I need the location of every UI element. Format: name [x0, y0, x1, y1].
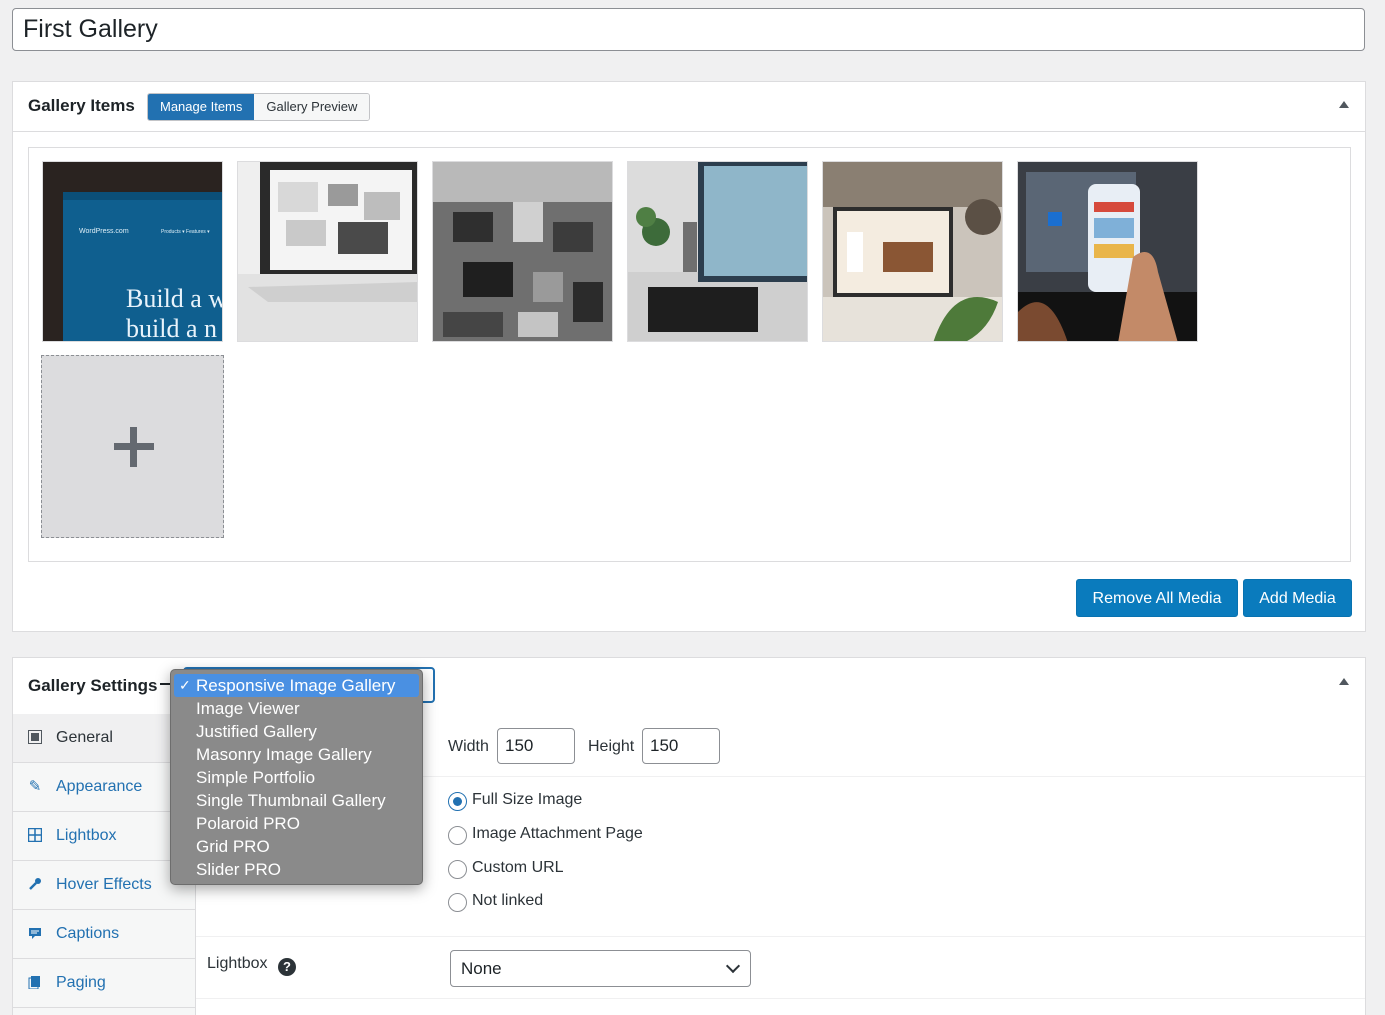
radio-button[interactable]: [448, 860, 467, 879]
svg-text:Products ▾ Features ▾: Products ▾ Features ▾: [161, 229, 210, 235]
grid-icon: [27, 827, 43, 844]
radio-label: Custom URL: [472, 859, 564, 876]
settings-sidebar: General ✎ Appearance Lightbox Hover Effe…: [13, 714, 196, 1015]
title-separator: [160, 683, 170, 685]
help-icon[interactable]: ?: [278, 958, 296, 976]
sidebar-item-label: Appearance: [56, 778, 143, 795]
gallery-thumbnail[interactable]: WordPress.com Products ▾ Features ▾ Buil…: [42, 161, 223, 342]
gallery-title-input[interactable]: First Gallery: [12, 8, 1365, 51]
sidebar-item-label: General: [56, 729, 113, 746]
radio-button[interactable]: [448, 792, 467, 811]
sidebar-item-label: Lightbox: [56, 827, 117, 844]
wrench-icon: [27, 877, 43, 893]
gallery-items-header: Gallery Items Manage Items Gallery Previ…: [13, 82, 1365, 132]
image-icon: [27, 730, 43, 746]
radio-label: Image Attachment Page: [472, 825, 643, 842]
brush-icon: ✎: [28, 778, 42, 795]
width-input[interactable]: 150: [497, 728, 575, 764]
row-divider: [196, 936, 1365, 937]
row-divider: [196, 998, 1365, 999]
svg-text:build a n: build a n: [126, 314, 217, 342]
sidebar-item-lightbox[interactable]: Lightbox: [13, 812, 195, 861]
gallery-thumbnail[interactable]: [1017, 161, 1198, 342]
sidebar-item-general[interactable]: General: [13, 714, 195, 763]
gallery-thumbnail[interactable]: [237, 161, 418, 342]
gallery-items-box: Gallery Items Manage Items Gallery Previ…: [12, 81, 1366, 632]
gallery-thumbnail[interactable]: [432, 161, 613, 342]
dropdown-option[interactable]: Masonry Image Gallery: [174, 743, 419, 766]
radio-button[interactable]: [448, 893, 467, 912]
height-input[interactable]: 150: [642, 728, 720, 764]
tab-gallery-preview[interactable]: Gallery Preview: [254, 94, 370, 120]
dropdown-option[interactable]: Image Viewer: [174, 697, 419, 720]
plus-icon: [130, 427, 137, 467]
gallery-items-area: WordPress.com Products ▾ Features ▾ Buil…: [28, 147, 1351, 562]
width-label: Width: [448, 738, 489, 755]
dropdown-option[interactable]: Single Thumbnail Gallery: [174, 789, 419, 812]
option-label: Responsive Image Gallery: [196, 676, 396, 695]
svg-text:Build a w: Build a w: [126, 284, 223, 313]
sidebar-item-label: Captions: [56, 925, 120, 942]
sidebar-item-captions[interactable]: Captions: [13, 910, 195, 959]
gallery-thumbnail[interactable]: [627, 161, 808, 342]
lightbox-select[interactable]: None: [450, 950, 751, 987]
sidebar-item-appearance[interactable]: ✎ Appearance: [13, 763, 195, 812]
dropdown-option[interactable]: Polaroid PRO: [174, 812, 419, 835]
remove-all-media-button[interactable]: Remove All Media: [1076, 579, 1238, 617]
chevron-down-icon: [725, 958, 741, 974]
lightbox-select-value: None: [461, 959, 502, 978]
items-tabs: Manage Items Gallery Preview: [147, 93, 371, 121]
dropdown-option[interactable]: Grid PRO: [174, 835, 419, 858]
gallery-items-title: Gallery Items: [28, 96, 135, 115]
tab-manage-items[interactable]: Manage Items: [148, 94, 255, 120]
dropdown-option[interactable]: Slider PRO: [174, 858, 419, 881]
dropdown-option[interactable]: Justified Gallery: [174, 720, 419, 743]
sidebar-item-label: Hover Effects: [56, 876, 152, 893]
gallery-type-dropdown: ✓ Responsive Image Gallery Image Viewer …: [170, 669, 423, 885]
sidebar-item-paging[interactable]: Paging: [13, 959, 195, 1008]
add-media-button[interactable]: Add Media: [1243, 579, 1352, 617]
svg-text:WordPress.com: WordPress.com: [79, 228, 129, 235]
collapse-toggle-icon[interactable]: [1339, 101, 1349, 108]
radio-button[interactable]: [448, 826, 467, 845]
sidebar-item-hover-effects[interactable]: Hover Effects: [13, 861, 195, 910]
collapse-toggle-icon[interactable]: [1339, 678, 1349, 685]
radio-label: Not linked: [472, 892, 544, 909]
lightbox-label: Lightbox: [207, 955, 268, 972]
sidebar-item-label: Paging: [56, 974, 106, 991]
dropdown-option[interactable]: ✓ Responsive Image Gallery: [174, 674, 419, 697]
height-label: Height: [588, 738, 635, 755]
gallery-thumbnail[interactable]: [822, 161, 1003, 342]
checkmark-icon: ✓: [179, 677, 191, 693]
add-item-tile[interactable]: [41, 355, 224, 538]
dropdown-option[interactable]: Simple Portfolio: [174, 766, 419, 789]
radio-label: Full Size Image: [472, 791, 583, 808]
gallery-settings-title: Gallery Settings: [28, 676, 158, 695]
pages-icon: [27, 975, 43, 991]
caption-icon: [27, 926, 43, 942]
